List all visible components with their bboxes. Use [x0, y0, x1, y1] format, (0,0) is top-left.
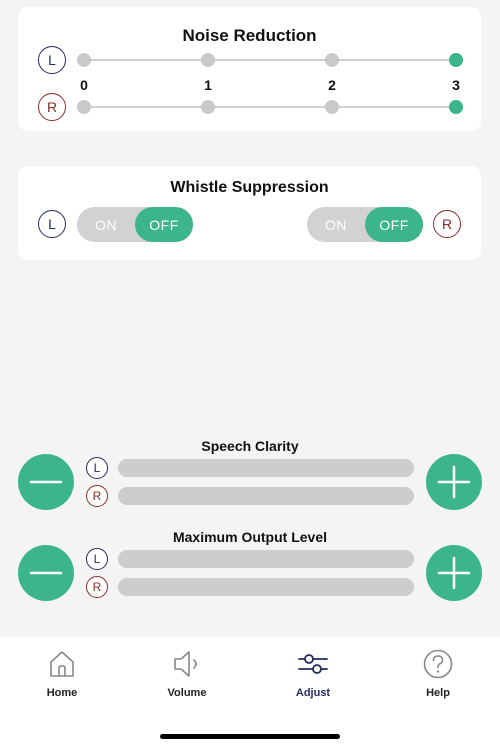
noise-level-label-0: 0 — [80, 77, 88, 93]
noise-reduction-right-dot-0[interactable] — [77, 100, 91, 114]
max-output-right-bar[interactable] — [118, 578, 414, 596]
noise-reduction-right-dot-2[interactable] — [325, 100, 339, 114]
tab-help-label: Help — [426, 687, 450, 699]
tab-home-label: Home — [46, 687, 78, 699]
noise-reduction-left-dot-0[interactable] — [77, 53, 91, 67]
minus-icon — [29, 571, 63, 575]
noise-level-label-1: 1 — [204, 77, 212, 93]
speaker-icon — [174, 651, 197, 677]
noise-reduction-right-dot-3[interactable] — [449, 100, 463, 114]
max-output-level-title: Maximum Output Level — [172, 529, 328, 545]
whistle-right-on-option[interactable]: ON — [307, 207, 365, 242]
left-ear-badge: L — [38, 46, 66, 74]
noise-reduction-left-dot-1[interactable] — [201, 53, 215, 67]
left-ear-badge: L — [86, 548, 108, 570]
right-ear-badge: R — [86, 485, 108, 507]
max-output-left-bar[interactable] — [118, 550, 414, 568]
right-ear-badge: R — [433, 210, 461, 238]
tab-home[interactable]: Home — [22, 649, 102, 699]
whistle-left-on-option[interactable]: ON — [77, 207, 135, 242]
sliders-icon — [298, 654, 328, 674]
speech-clarity-title: Speech Clarity — [201, 438, 299, 454]
left-ear-badge: L — [38, 210, 66, 238]
tab-help[interactable]: Help — [398, 649, 478, 699]
speech-clarity-right-bar[interactable] — [118, 487, 414, 505]
noise-reduction-left-track[interactable] — [84, 59, 456, 61]
noise-reduction-title: Noise Reduction — [182, 26, 317, 45]
max-output-increase-button[interactable] — [426, 545, 482, 601]
left-ear-badge: L — [86, 457, 108, 479]
tab-adjust[interactable]: Adjust — [273, 649, 353, 699]
plus-icon — [437, 465, 471, 499]
minus-icon — [29, 480, 63, 484]
whistle-suppression-title: Whistle Suppression — [170, 179, 329, 196]
whistle-suppression-right-toggle[interactable]: ON OFF — [307, 207, 423, 242]
noise-reduction-left-dot-3[interactable] — [449, 53, 463, 67]
help-icon — [423, 649, 453, 679]
noise-level-label-2: 2 — [328, 77, 336, 93]
plus-icon — [437, 556, 471, 590]
right-ear-badge: R — [86, 576, 108, 598]
home-icon — [50, 651, 74, 677]
noise-reduction-right-track[interactable] — [84, 106, 456, 108]
noise-level-label-3: 3 — [452, 77, 460, 93]
speech-clarity-increase-button[interactable] — [426, 454, 482, 510]
speech-clarity-left-bar[interactable] — [118, 459, 414, 477]
tab-adjust-label: Adjust — [295, 687, 331, 699]
max-output-decrease-button[interactable] — [18, 545, 74, 601]
noise-reduction-left-dot-2[interactable] — [325, 53, 339, 67]
speech-clarity-decrease-button[interactable] — [18, 454, 74, 510]
tab-volume[interactable]: Volume — [147, 649, 227, 699]
home-indicator[interactable] — [160, 734, 340, 739]
whistle-left-off-option[interactable]: OFF — [135, 207, 193, 242]
whistle-suppression-left-toggle[interactable]: ON OFF — [77, 207, 193, 242]
right-ear-badge: R — [38, 93, 66, 121]
whistle-right-off-option[interactable]: OFF — [365, 207, 423, 242]
noise-reduction-right-dot-1[interactable] — [201, 100, 215, 114]
tab-volume-label: Volume — [167, 687, 207, 699]
